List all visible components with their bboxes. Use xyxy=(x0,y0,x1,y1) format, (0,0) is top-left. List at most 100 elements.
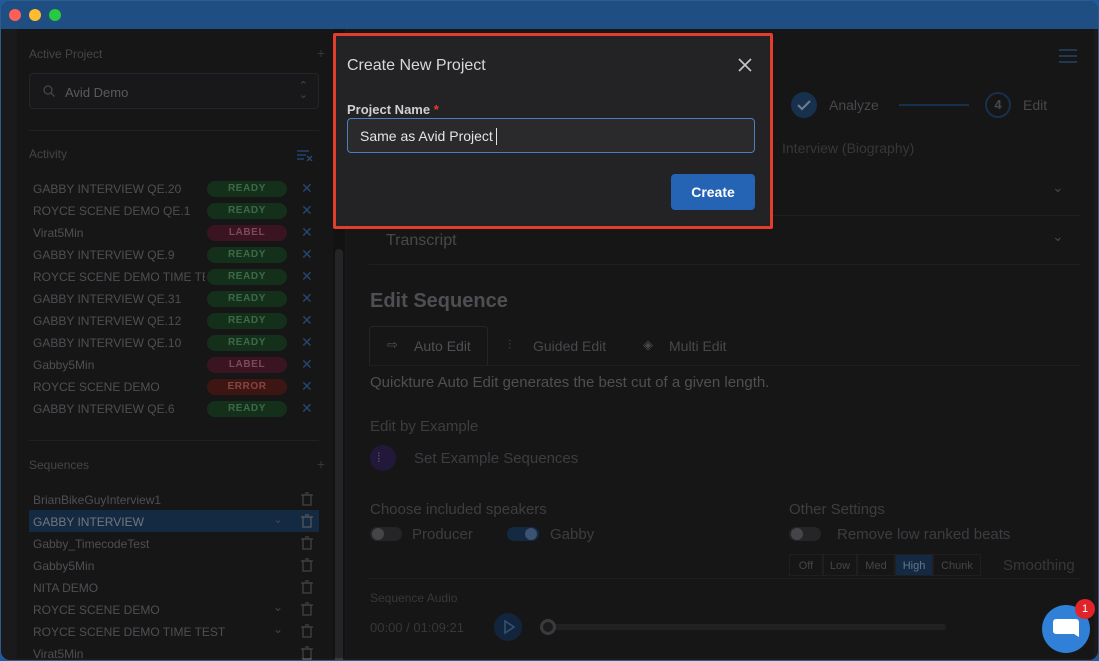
trash-icon[interactable] xyxy=(301,602,313,616)
remove-activity-icon[interactable]: ✕ xyxy=(301,180,313,197)
trash-icon[interactable] xyxy=(301,514,313,528)
activity-name: ROYCE SCENE DEMO TIME TE xyxy=(33,270,205,284)
trash-icon[interactable] xyxy=(301,646,313,660)
chevron-down-icon[interactable]: ⌄ xyxy=(273,512,283,526)
required-mark: * xyxy=(433,102,439,117)
trash-icon[interactable] xyxy=(301,624,313,638)
remove-activity-icon[interactable]: ✕ xyxy=(301,246,313,263)
speakers-title: Choose included speakers xyxy=(370,501,547,518)
sidebar-scrollbar-thumb[interactable] xyxy=(335,249,343,660)
remove-activity-icon[interactable]: ✕ xyxy=(301,290,313,307)
status-badge: READY xyxy=(207,269,287,285)
sequence-example-icon[interactable]: ⁞ xyxy=(370,445,396,471)
tab-multi-edit[interactable]: Multi Edit xyxy=(669,338,727,354)
remove-low-ranked-toggle[interactable] xyxy=(789,527,821,541)
minimize-window-button[interactable] xyxy=(29,9,41,21)
audio-seek-bar[interactable] xyxy=(541,624,946,630)
audio-seek-handle[interactable] xyxy=(540,619,556,635)
remove-activity-icon[interactable]: ✕ xyxy=(301,312,313,329)
auto-edit-description: Quickture Auto Edit generates the best c… xyxy=(370,374,770,391)
remove-activity-icon[interactable]: ✕ xyxy=(301,378,313,395)
tab-guided-edit[interactable]: Guided Edit xyxy=(533,338,606,354)
sequence-row-selected[interactable]: GABBY INTERVIEW ⌄ xyxy=(29,510,319,532)
trash-icon[interactable] xyxy=(301,536,313,550)
sequence-row[interactable]: ROYCE SCENE DEMO TIME TEST ⌄ xyxy=(29,620,319,642)
step-4-number: 4 xyxy=(985,92,1011,118)
auto-edit-icon: ⇨ xyxy=(387,337,398,352)
activity-row: Virat5Min LABEL ✕ xyxy=(33,222,323,244)
maximize-window-button[interactable] xyxy=(49,9,61,21)
other-settings-title: Other Settings xyxy=(789,501,885,518)
close-window-button[interactable] xyxy=(9,9,21,21)
remove-activity-icon[interactable]: ✕ xyxy=(301,334,313,351)
activity-name: GABBY INTERVIEW QE.6 xyxy=(33,402,175,416)
trash-icon[interactable] xyxy=(301,492,313,506)
edit-by-example-label: Edit by Example xyxy=(370,418,479,435)
play-button[interactable] xyxy=(494,613,522,641)
sidebar: Active Project + Avid Demo ⌃ ⌄ Activity G… xyxy=(17,29,333,661)
sequence-name: Gabby5Min xyxy=(33,559,95,573)
sequence-name: Virat5Min xyxy=(33,647,84,661)
remove-activity-icon[interactable]: ✕ xyxy=(301,202,313,219)
sequence-row[interactable]: Gabby_TimecodeTest xyxy=(29,532,319,554)
play-icon xyxy=(504,619,516,635)
speaker-gabby-label: Gabby xyxy=(550,526,595,543)
remove-activity-icon[interactable]: ✕ xyxy=(301,356,313,373)
chevron-down-icon[interactable]: ⌄ xyxy=(1052,179,1064,196)
activity-row: GABBY INTERVIEW QE.31 READY ✕ xyxy=(33,288,323,310)
active-project-select[interactable]: Avid Demo ⌃ ⌄ xyxy=(29,73,319,109)
add-project-button[interactable]: + xyxy=(317,45,325,61)
producer-toggle[interactable] xyxy=(370,527,402,541)
sequence-row[interactable]: NITA DEMO xyxy=(29,576,319,598)
sequence-row[interactable]: BrianBikeGuyInterview1 xyxy=(29,488,319,510)
step-connector xyxy=(899,104,969,106)
smoothing-chunk[interactable]: Chunk xyxy=(933,554,981,576)
sequence-row[interactable]: ROYCE SCENE DEMO ⌄ xyxy=(29,598,319,620)
activity-name: GABBY INTERVIEW QE.20 xyxy=(33,182,182,196)
status-badge: READY xyxy=(207,335,287,351)
smoothing-label: Smoothing xyxy=(1003,557,1075,574)
close-icon[interactable] xyxy=(736,56,754,74)
status-badge: READY xyxy=(207,203,287,219)
smoothing-off[interactable]: Off xyxy=(789,554,823,576)
chevron-down-icon[interactable]: ⌄ xyxy=(273,622,283,636)
sequence-name: ROYCE SCENE DEMO xyxy=(33,603,160,617)
create-button[interactable]: Create xyxy=(671,174,755,210)
trash-icon[interactable] xyxy=(301,580,313,594)
search-icon xyxy=(43,85,55,97)
smoothing-low[interactable]: Low xyxy=(823,554,857,576)
transcript-accordion[interactable]: Transcript xyxy=(386,232,457,250)
trash-icon[interactable] xyxy=(301,558,313,572)
project-name-input[interactable] xyxy=(347,118,755,153)
remove-activity-icon[interactable]: ✕ xyxy=(301,224,313,241)
activity-row: GABBY INTERVIEW QE.10 READY ✕ xyxy=(33,332,323,354)
sequence-row[interactable]: Gabby5Min xyxy=(29,554,319,576)
sliders-icon: ⫶ xyxy=(508,337,512,352)
chevron-down-icon[interactable]: ⌄ xyxy=(1052,228,1064,245)
clear-list-icon[interactable] xyxy=(297,149,313,161)
tab-auto-edit-label: Auto Edit xyxy=(414,338,471,354)
activity-label: Activity xyxy=(29,147,68,161)
add-sequence-button[interactable]: + xyxy=(317,456,325,472)
activity-row: ROYCE SCENE DEMO QE.1 READY ✕ xyxy=(33,200,323,222)
remove-activity-icon[interactable]: ✕ xyxy=(301,268,313,285)
menu-icon[interactable] xyxy=(1059,49,1077,67)
status-badge: LABEL xyxy=(207,225,287,241)
divider xyxy=(369,578,1081,579)
set-example-sequences[interactable]: Set Example Sequences xyxy=(414,450,578,467)
status-badge: LABEL xyxy=(207,357,287,373)
dialog-title: Create New Project xyxy=(347,57,486,74)
sequence-name: Gabby_TimecodeTest xyxy=(33,537,150,551)
sequences-label: Sequences xyxy=(29,458,90,472)
gabby-toggle[interactable] xyxy=(507,527,539,541)
remove-activity-icon[interactable]: ✕ xyxy=(301,400,313,417)
app-window: Active Project + Avid Demo ⌃ ⌄ Activity G… xyxy=(0,0,1099,661)
divider xyxy=(369,264,1081,265)
sequence-row[interactable]: Virat5Min xyxy=(29,642,319,661)
chevron-down-icon[interactable]: ⌄ xyxy=(273,600,283,614)
status-badge: READY xyxy=(207,291,287,307)
status-badge: READY xyxy=(207,247,287,263)
activity-row: ROYCE SCENE DEMO TIME TE READY ✕ xyxy=(33,266,323,288)
smoothing-high[interactable]: High xyxy=(895,554,933,576)
smoothing-med[interactable]: Med xyxy=(857,554,895,576)
